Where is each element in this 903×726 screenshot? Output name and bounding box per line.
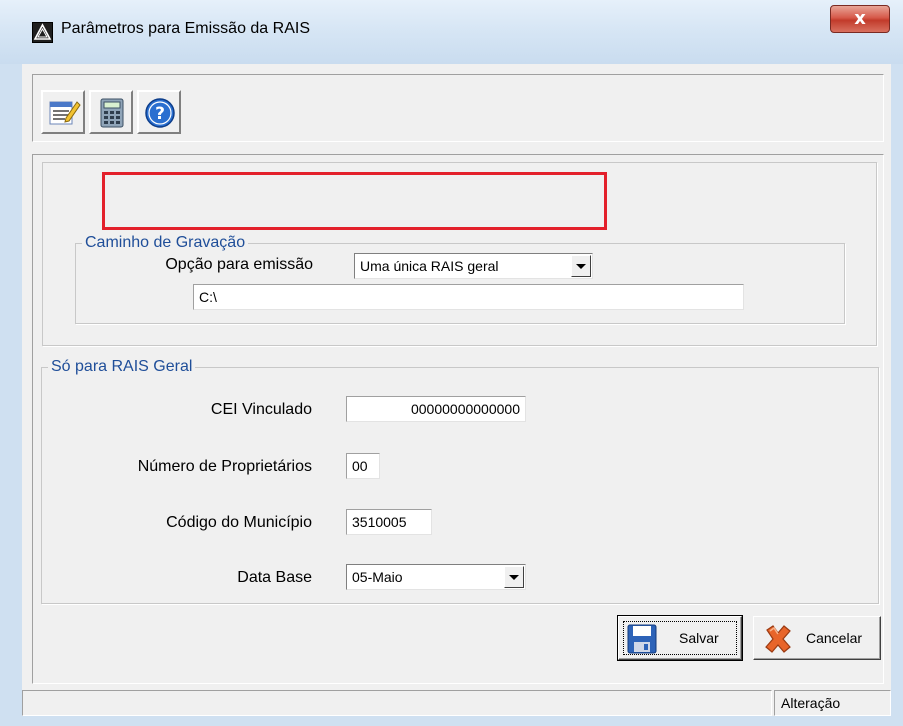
- rais-geral-group-label: Só para RAIS Geral: [51, 358, 193, 375]
- title-bar[interactable]: Parâmetros para Emissão da RAIS x: [0, 0, 903, 64]
- status-panel-main: [22, 690, 772, 716]
- save-button-label: Salvar: [679, 630, 719, 646]
- window-frame: Parâmetros para Emissão da RAIS x ? Opçã…: [0, 0, 903, 726]
- calculator-icon: [100, 98, 124, 128]
- cancel-x-icon: [765, 625, 791, 653]
- svg-text:?: ?: [155, 104, 165, 124]
- edit-notes-button[interactable]: [41, 90, 85, 134]
- highlight-box: [102, 172, 607, 230]
- status-mode: Alteração: [781, 695, 841, 711]
- cei-input[interactable]: 00000000000000: [346, 396, 526, 422]
- municipio-label: Código do Município: [166, 514, 312, 531]
- toolbar: ?: [32, 74, 884, 142]
- status-panel-mode: Alteração: [774, 690, 891, 716]
- edit-notes-icon: [49, 101, 81, 125]
- calculator-button[interactable]: [89, 90, 133, 134]
- save-button[interactable]: Salvar: [617, 615, 743, 661]
- owners-input[interactable]: 00: [346, 453, 380, 479]
- dialog-body: ? Opção para emissão Uma única RAIS gera…: [22, 64, 891, 716]
- window-title: Parâmetros para Emissão da RAIS: [61, 20, 310, 37]
- help-icon: ?: [145, 98, 175, 128]
- status-bar: Alteração: [22, 690, 891, 716]
- save-path-group-label: Caminho de Gravação: [85, 234, 246, 251]
- close-button[interactable]: x: [830, 5, 890, 33]
- database-label: Data Base: [237, 569, 312, 586]
- help-button[interactable]: ?: [137, 90, 181, 134]
- close-icon: x: [854, 8, 866, 29]
- chevron-down-icon[interactable]: [504, 566, 524, 588]
- save-path-input[interactable]: C:\: [193, 284, 744, 310]
- cei-label: CEI Vinculado: [210, 401, 312, 418]
- municipio-input[interactable]: 3510005: [346, 509, 432, 535]
- cancel-button-label: Cancelar: [806, 630, 863, 646]
- owners-label: Número de Proprietários: [137, 458, 312, 475]
- app-warning-icon: [32, 22, 53, 43]
- database-select[interactable]: 05-Maio: [346, 564, 526, 590]
- database-value: 05-Maio: [352, 569, 403, 585]
- floppy-disk-icon: [627, 624, 657, 654]
- save-path-group: Caminho de Gravação: [75, 234, 845, 324]
- cancel-button[interactable]: Cancelar: [753, 616, 881, 660]
